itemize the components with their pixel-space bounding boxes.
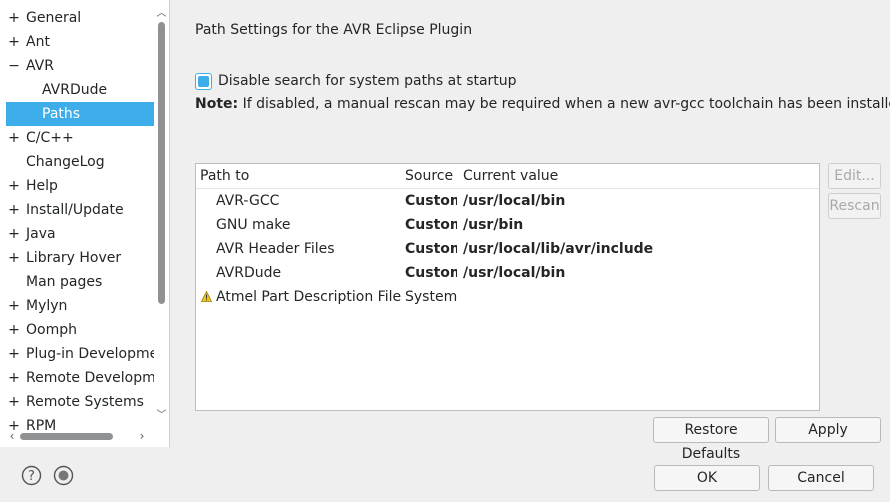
- expand-icon[interactable]: +: [8, 126, 20, 150]
- note-label: Note:: [195, 96, 239, 112]
- tree-item-plugin-development[interactable]: + Plug-in Development: [0, 342, 154, 366]
- expand-icon[interactable]: +: [8, 294, 20, 318]
- table-row[interactable]: Atmel Part Description Files System: [196, 285, 819, 309]
- expand-icon[interactable]: +: [8, 366, 20, 390]
- tree-item-man-pages[interactable]: Man pages: [0, 270, 154, 294]
- apply-button[interactable]: Apply: [775, 417, 881, 443]
- help-icon[interactable]: ?: [21, 465, 42, 486]
- record-macro-icon[interactable]: [53, 465, 74, 486]
- scrollbar-thumb[interactable]: [158, 22, 165, 304]
- expand-icon[interactable]: +: [8, 222, 20, 246]
- tree-item-label: Plug-in Development: [26, 346, 154, 362]
- cell-path: GNU make: [216, 217, 291, 233]
- cell-source: Custom: [405, 193, 457, 209]
- expand-icon[interactable]: +: [8, 318, 20, 342]
- cell-source: Custom: [405, 217, 457, 233]
- cell-source: System: [405, 289, 457, 305]
- expand-icon[interactable]: +: [8, 30, 20, 54]
- expand-icon[interactable]: +: [8, 342, 20, 366]
- paths-table[interactable]: Path to Source Current value AVR-GCC Cus…: [195, 163, 820, 411]
- page-title: Path Settings for the AVR Eclipse Plugin: [195, 22, 473, 38]
- cell-path: AVR-GCC: [216, 193, 280, 209]
- expand-icon[interactable]: +: [8, 390, 20, 414]
- tree-item-label: Library Hover: [26, 250, 122, 266]
- chevron-down-icon[interactable]: ﹀: [155, 410, 168, 422]
- cell-value: /usr/bin: [463, 217, 524, 233]
- tree-item-label: Paths: [42, 106, 81, 122]
- column-header-value[interactable]: Current value: [463, 164, 558, 189]
- cell-source: Custom: [405, 265, 457, 281]
- cell-value: /usr/local/bin: [463, 193, 566, 209]
- tree-item-remote-development[interactable]: + Remote Development: [0, 366, 154, 390]
- chevron-right-icon[interactable]: ›: [136, 430, 148, 443]
- tree-item-cpp[interactable]: + C/C++: [0, 126, 154, 150]
- tree-item-label: Remote Systems: [26, 394, 144, 410]
- tree-item-help[interactable]: + Help: [0, 174, 154, 198]
- tree-item-install-update[interactable]: + Install/Update: [0, 198, 154, 222]
- tree-item-label: Oomph: [26, 322, 77, 338]
- tree-item-label: Mylyn: [26, 298, 68, 314]
- table-row[interactable]: AVRDude Custom /usr/local/bin: [196, 261, 819, 285]
- cell-path: AVRDude: [216, 265, 282, 281]
- cell-path: AVR Header Files: [216, 241, 335, 257]
- ok-button[interactable]: OK: [654, 465, 760, 491]
- tree-item-label: AVRDude: [42, 82, 108, 98]
- tree-item-label: Help: [26, 178, 58, 194]
- tree-item-remote-systems[interactable]: + Remote Systems: [0, 390, 154, 414]
- restore-defaults-button[interactable]: Restore Defaults: [653, 417, 769, 462]
- tree-item-avrdude[interactable]: AVRDude: [0, 78, 154, 102]
- disable-search-option[interactable]: Disable search for system paths at start…: [195, 71, 517, 91]
- note-text: Note: If disabled, a manual rescan may b…: [195, 96, 890, 112]
- tree-item-java[interactable]: + Java: [0, 222, 154, 246]
- tree-item-label: Remote Development: [26, 370, 154, 386]
- rescan-button[interactable]: Rescan: [828, 193, 881, 219]
- tree-horizontal-scrollbar[interactable]: ‹ ›: [6, 430, 152, 443]
- tree-item-oomph[interactable]: + Oomph: [0, 318, 154, 342]
- column-header-source[interactable]: Source: [405, 164, 453, 189]
- expand-icon[interactable]: +: [8, 246, 20, 270]
- chevron-up-icon[interactable]: ︿: [155, 8, 168, 20]
- tree-item-label: Ant: [26, 34, 50, 50]
- tree-item-label: ChangeLog: [26, 154, 105, 170]
- tree-item-label: AVR: [26, 58, 54, 74]
- scrollbar-thumb[interactable]: [20, 433, 113, 440]
- note-body: If disabled, a manual rescan may be requ…: [238, 96, 890, 112]
- table-row[interactable]: AVR-GCC Custom /usr/local/bin: [196, 189, 819, 213]
- disable-search-label[interactable]: Disable search for system paths at start…: [218, 73, 517, 89]
- cell-value: /usr/local/bin: [463, 265, 566, 281]
- cell-path: Atmel Part Description Files: [216, 289, 402, 305]
- preferences-tree[interactable]: + General + Ant − AVR AVRDude Paths + C/C++ …: [0, 0, 170, 447]
- table-header: Path to Source Current value: [196, 164, 819, 189]
- chevron-left-icon[interactable]: ‹: [6, 430, 18, 443]
- expand-icon[interactable]: +: [8, 6, 20, 30]
- tree-item-label: Java: [26, 226, 56, 242]
- tree-item-paths[interactable]: Paths: [6, 102, 154, 126]
- cancel-button[interactable]: Cancel: [768, 465, 874, 491]
- tree-item-changelog[interactable]: ChangeLog: [0, 150, 154, 174]
- expand-icon[interactable]: +: [8, 198, 20, 222]
- svg-text:?: ?: [28, 469, 35, 484]
- tree-item-label: General: [26, 10, 82, 26]
- tree-list: + General + Ant − AVR AVRDude Paths + C/C++ …: [0, 6, 154, 438]
- tree-item-label: Install/Update: [26, 202, 124, 218]
- cell-value: /usr/local/lib/avr/include: [463, 241, 654, 257]
- tree-item-ant[interactable]: + Ant: [0, 30, 154, 54]
- tree-item-label: Man pages: [26, 274, 103, 290]
- checkbox-checked-mark: [198, 75, 209, 87]
- tree-item-library-hover[interactable]: + Library Hover: [0, 246, 154, 270]
- tree-vertical-scrollbar[interactable]: ︿ ﹀: [155, 8, 168, 424]
- cell-source: Custom: [405, 241, 457, 257]
- tree-item-avr[interactable]: − AVR: [0, 54, 154, 78]
- expand-icon[interactable]: +: [8, 174, 20, 198]
- disable-search-checkbox[interactable]: [195, 72, 212, 90]
- column-header-path[interactable]: Path to: [200, 164, 249, 189]
- collapse-icon[interactable]: −: [8, 54, 20, 78]
- edit-button[interactable]: Edit...: [828, 163, 881, 189]
- warning-icon: [201, 291, 212, 302]
- table-row[interactable]: AVR Header Files Custom /usr/local/lib/a…: [196, 237, 819, 261]
- tree-item-mylyn[interactable]: + Mylyn: [0, 294, 154, 318]
- tree-item-label: C/C++: [26, 130, 74, 146]
- table-row[interactable]: GNU make Custom /usr/bin: [196, 213, 819, 237]
- tree-item-general[interactable]: + General: [0, 6, 154, 30]
